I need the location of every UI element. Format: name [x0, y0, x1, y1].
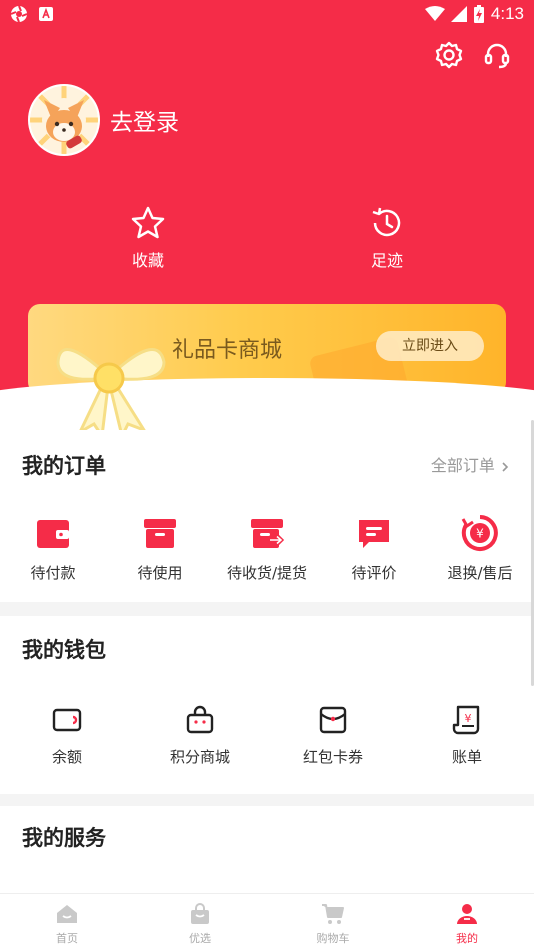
history-button[interactable]: 足迹: [327, 205, 447, 271]
star-icon: [131, 206, 165, 239]
gift-card-enter-button[interactable]: 立即进入: [376, 331, 484, 361]
settings-gear-icon[interactable]: [434, 40, 464, 70]
chevron-right-icon: [502, 461, 509, 472]
wallet-points-mall-label: 积分商城: [169, 748, 230, 766]
tab-featured[interactable]: 优选: [160, 902, 240, 946]
tab-cart-label: 购物车: [316, 932, 350, 945]
services-title: 我的服务: [22, 826, 106, 850]
customer-service-headset-icon[interactable]: [482, 40, 512, 70]
order-after-sales-label: 退换/售后: [447, 564, 513, 582]
login-entry[interactable]: 去登录: [28, 84, 179, 156]
red-packet-icon: [319, 706, 347, 734]
bag-icon: [191, 903, 209, 924]
all-orders-link[interactable]: 全部订单: [431, 452, 510, 476]
orders-title: 我的订单: [22, 454, 106, 478]
order-after-sales[interactable]: ¥ 退换/售后: [440, 514, 520, 583]
cart-icon: [322, 904, 344, 924]
wallet-title: 我的钱包: [22, 638, 106, 662]
tab-home[interactable]: 首页: [27, 902, 107, 946]
wallet-balance-label: 余额: [51, 748, 82, 766]
login-label[interactable]: 去登录: [110, 103, 179, 137]
wallet-bill[interactable]: ¥ 账单: [427, 704, 507, 767]
services-section: 我的服务: [0, 806, 534, 894]
order-to-review-label: 待评价: [351, 564, 397, 582]
wallet-section: 我的钱包 余额 积分商城 红包卡券 ¥ 账单: [0, 616, 534, 794]
box-icon: [144, 519, 176, 548]
bottom-tab-bar: 首页 优选 购物车 我的: [0, 893, 534, 950]
favorites-label: 收藏: [131, 251, 164, 270]
tab-mine-label: 我的: [456, 932, 478, 945]
history-icon: [372, 207, 401, 237]
signal-icon: [450, 6, 467, 22]
tab-mine[interactable]: 我的: [427, 902, 507, 946]
order-to-use-label: 待使用: [137, 564, 183, 582]
bill-icon: ¥: [452, 705, 480, 735]
favorites-button[interactable]: 收藏: [88, 205, 208, 271]
status-bar: 4:13: [0, 0, 534, 28]
wallet-balance[interactable]: 余额: [27, 704, 107, 767]
refund-icon: ¥: [461, 515, 498, 551]
order-to-receive[interactable]: 待收货/提货: [219, 514, 315, 583]
user-icon: [457, 904, 477, 924]
wallet-points-mall[interactable]: 积分商城: [160, 704, 240, 767]
orders-section: 我的订单 全部订单 待付款 待使用 待收货/提货 待评价 ¥ 退换/售后: [0, 430, 534, 602]
wallet-red-packets-label: 红包卡券: [302, 748, 363, 766]
wifi-icon: [424, 6, 445, 21]
app-root: 4:13 去登录 收藏 足迹 礼品卡商城 立即进入 我的订单 全部订单 待付款 …: [0, 0, 534, 950]
status-time: 4:13: [490, 4, 524, 23]
ribbon-bow-icon: [56, 348, 166, 441]
app-notification-icon: [10, 5, 28, 23]
balance-card-icon: [52, 708, 82, 732]
fox-avatar-icon: [30, 86, 98, 154]
order-to-receive-label: 待收货/提货: [226, 564, 308, 582]
a-notification-icon: [39, 7, 53, 21]
tab-home-label: 首页: [56, 932, 78, 945]
order-pending-payment-label: 待付款: [30, 564, 76, 582]
svg-text:¥: ¥: [465, 712, 472, 725]
truck-icon: [251, 519, 285, 548]
battery-icon: [473, 5, 484, 23]
home-icon: [57, 905, 77, 923]
shopping-bag-icon: [186, 705, 214, 734]
history-label: 足迹: [370, 251, 403, 270]
status-left-icons: [10, 5, 54, 23]
avatar: [28, 84, 100, 156]
order-to-use[interactable]: 待使用: [120, 514, 200, 583]
tab-cart[interactable]: 购物车: [293, 902, 373, 946]
order-pending-payment[interactable]: 待付款: [13, 514, 93, 583]
header-actions: [434, 40, 512, 70]
svg-text:¥: ¥: [476, 527, 484, 541]
all-orders-label: 全部订单: [430, 456, 495, 475]
comment-icon: [359, 520, 389, 548]
tab-featured-label: 优选: [189, 932, 211, 945]
wallet-bill-label: 账单: [451, 748, 482, 766]
wallet-red-packets[interactable]: 红包卡券: [293, 704, 373, 767]
order-to-review[interactable]: 待评价: [334, 514, 414, 583]
wallet-icon: [37, 520, 69, 548]
status-right: 4:13: [424, 4, 524, 24]
